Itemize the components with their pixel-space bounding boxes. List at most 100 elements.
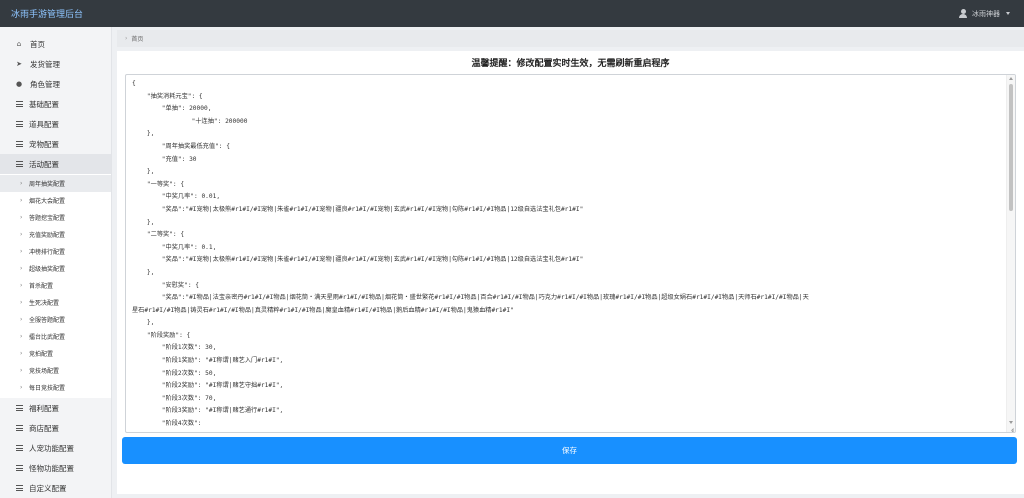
- sidebar-item[interactable]: 怪物功能配置: [0, 458, 111, 478]
- submenu-item-label: 周年抽奖配置: [29, 181, 66, 188]
- code-line: "一等奖": {: [132, 180, 185, 188]
- code-line: "阶段2次数": 50,: [132, 369, 217, 377]
- submenu-item[interactable]: › 生死决配置: [0, 294, 111, 311]
- submenu-item[interactable]: › 全服答题配置: [0, 311, 111, 328]
- menu-icon: [16, 141, 23, 147]
- save-button[interactable]: 保存: [122, 437, 1017, 464]
- menu-icon: [16, 405, 23, 411]
- submenu-item[interactable]: › 冲榜排行配置: [0, 243, 111, 260]
- sidebar-item[interactable]: 福利配置: [0, 398, 111, 418]
- submenu-item-label: 擂台比武配置: [29, 334, 66, 341]
- chevron-right-icon: ›: [20, 282, 23, 289]
- chevron-right-icon: ›: [20, 265, 23, 272]
- submenu-item-label: 生死决配置: [29, 300, 60, 307]
- code-line: "阶段2奖励": "#I称谓|赌艺守拙#r1#I",: [132, 382, 284, 390]
- submenu-item-label: 充值奖励配置: [29, 232, 66, 239]
- main-area: › 首页 温馨提醒：修改配置实时生效，无需刷新重启程序 { "抽奖消耗元宝": …: [117, 27, 1024, 498]
- sidebar-item-label: 活动配置: [29, 159, 59, 169]
- chevron-right-icon: ›: [20, 197, 23, 204]
- chevron-right-icon: ›: [20, 214, 23, 221]
- code-line: "阶段奖励": {: [132, 331, 191, 339]
- sidebar-item[interactable]: ⌂ 首页: [0, 34, 111, 54]
- config-editor[interactable]: { "抽奖消耗元宝": { "单抽": 20000, "十连抽": 200000…: [125, 74, 1016, 433]
- submenu-item[interactable]: › 答题挖宝配置: [0, 209, 111, 226]
- sidebar-item-label: 角色管理: [30, 79, 60, 89]
- sidebar-item-label: 发货管理: [30, 59, 60, 69]
- sidebar-item[interactable]: 自定义配置: [0, 478, 111, 498]
- sidebar-item-label: 宠物配置: [29, 139, 59, 149]
- config-text[interactable]: { "抽奖消耗元宝": { "单抽": 20000, "十连抽": 200000…: [126, 78, 1002, 431]
- user-menu[interactable]: 冰雨神器: [958, 8, 1010, 19]
- sidebar-item-label: 商店配置: [29, 423, 59, 433]
- code-line: 星石#r1#I/#I物品|铸灵石#r1#I/#I物品|真灵精粹#r1#I/#I物…: [132, 306, 514, 314]
- scroll-thumb[interactable]: [1009, 84, 1013, 211]
- code-line: "充值": 30: [132, 155, 197, 163]
- chevron-right-icon: ›: [20, 384, 23, 391]
- editor-scrollbar[interactable]: [1006, 75, 1015, 432]
- code-line: "阶段4次数":: [132, 420, 202, 428]
- chevron-right-icon: ›: [125, 35, 128, 42]
- menu-icon: [16, 465, 23, 471]
- top-bar: 冰雨手游管理后台 冰雨神器: [0, 0, 1024, 27]
- sidebar-item[interactable]: ➤ 发货管理: [0, 54, 111, 74]
- code-line: "安慰奖": {: [132, 281, 199, 289]
- submenu-item[interactable]: › 周年抽奖配置: [0, 175, 111, 192]
- code-line: "中奖几率": 0.1,: [132, 243, 217, 251]
- breadcrumb-home[interactable]: 首页: [131, 34, 143, 43]
- user-icon: ●: [15, 80, 23, 88]
- menu-icon: [16, 445, 23, 451]
- sidebar: ⌂ 首页 ➤ 发货管理 ● 角色管理 基础配置 道具配置 宠物配置 活动配置 › 周年抽奖配置 › 烟花…: [0, 27, 112, 498]
- code-line: "阶段1次数": 30,: [132, 344, 217, 352]
- sidebar-item[interactable]: 宠物配置: [0, 134, 111, 154]
- sidebar-item[interactable]: 活动配置: [0, 154, 111, 174]
- code-line: "中奖几率": 0.01,: [132, 193, 221, 201]
- submenu-item[interactable]: › 超级抽奖配置: [0, 260, 111, 277]
- submenu-item[interactable]: › 充值奖励配置: [0, 226, 111, 243]
- scroll-down-icon[interactable]: [1009, 421, 1013, 424]
- menu-icon: [16, 425, 23, 431]
- code-line: "阶段3次数": 70,: [132, 394, 217, 402]
- code-line: "奖品":"#I宠物|太极熊#r1#I/#I宠物|朱雀#r1#I/#I宠物|疆良…: [132, 256, 584, 264]
- submenu-item-label: 竞技场配置: [29, 368, 60, 375]
- config-panel: 温馨提醒：修改配置实时生效，无需刷新重启程序 { "抽奖消耗元宝": { "单抽…: [117, 51, 1024, 494]
- chevron-right-icon: ›: [20, 248, 23, 255]
- code-line: {: [132, 80, 136, 87]
- sidebar-item[interactable]: 人宠功能配置: [0, 438, 111, 458]
- sidebar-item[interactable]: 道具配置: [0, 114, 111, 134]
- submenu-item-label: 冲榜排行配置: [29, 249, 66, 256]
- chevron-right-icon: ›: [20, 350, 23, 357]
- resize-handle-icon[interactable]: [1008, 425, 1014, 431]
- sidebar-item-label: 怪物功能配置: [29, 463, 74, 473]
- submenu-item[interactable]: › 竞技场配置: [0, 362, 111, 379]
- submenu-item-label: 全服答题配置: [29, 317, 66, 324]
- sidebar-item-label: 福利配置: [29, 403, 59, 413]
- notice-text: 温馨提醒：修改配置实时生效，无需刷新重启程序: [471, 59, 670, 69]
- scroll-up-icon[interactable]: [1009, 77, 1013, 80]
- code-line: "奖品":"#I宠物|太极熊#r1#I/#I宠物|朱雀#r1#I/#I宠物|疆良…: [132, 205, 584, 213]
- app-brand[interactable]: 冰雨手游管理后台: [11, 7, 83, 20]
- code-line: "奖品":"#I物品|法宝亲密丹#r1#I/#I物品|烟花筒・满天星雨#r1#I…: [132, 294, 809, 302]
- sidebar-item-label: 基础配置: [29, 99, 59, 109]
- code-line: "抽奖消耗元宝": {: [132, 92, 203, 100]
- chevron-right-icon: ›: [20, 367, 23, 374]
- sidebar-item[interactable]: ● 角色管理: [0, 74, 111, 94]
- menu-icon: [16, 485, 23, 491]
- submenu-item-label: 超级抽奖配置: [29, 266, 66, 273]
- submenu-item[interactable]: › 首杀配置: [0, 277, 111, 294]
- send-icon: ➤: [16, 60, 22, 68]
- chevron-right-icon: ›: [20, 299, 23, 306]
- submenu-item[interactable]: › 擂台比武配置: [0, 328, 111, 345]
- code-line: "十连抽": 200000: [132, 117, 248, 125]
- submenu-item-label: 首杀配置: [29, 283, 54, 290]
- activity-submenu: › 周年抽奖配置 › 烟花大会配置 › 答题挖宝配置 › 充值奖励配置 › 冲榜排行配置 › 超级抽奖…: [0, 174, 111, 398]
- menu-icon: [16, 121, 23, 127]
- submenu-item[interactable]: › 烟花大会配置: [0, 192, 111, 209]
- sidebar-item[interactable]: 商店配置: [0, 418, 111, 438]
- code-line: "阶段1奖励": "#I称谓|赌艺入门#r1#I",: [132, 357, 284, 365]
- submenu-item-label: 答题挖宝配置: [29, 215, 66, 222]
- sidebar-item-label: 自定义配置: [29, 483, 67, 493]
- submenu-item[interactable]: › 竞拍配置: [0, 345, 111, 362]
- code-line: },: [132, 168, 155, 176]
- submenu-item[interactable]: › 每日竞技配置: [0, 379, 111, 396]
- sidebar-item[interactable]: 基础配置: [0, 94, 111, 114]
